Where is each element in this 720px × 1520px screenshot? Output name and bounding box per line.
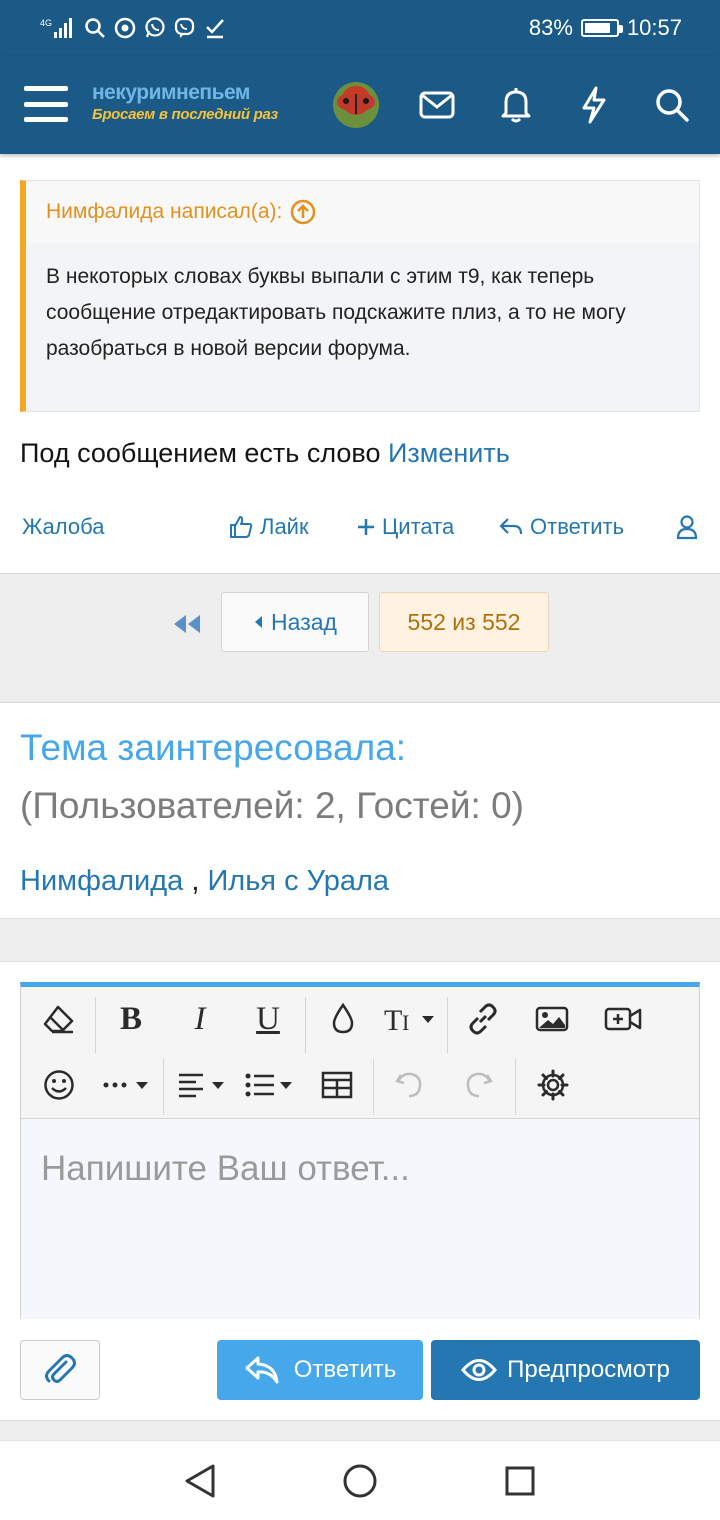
reply-editor: B I U TI Напишите Ваш ответ...	[20, 982, 700, 1319]
battery-icon	[580, 19, 623, 37]
editor-toolbar: B I U TI	[21, 987, 699, 1119]
gear-icon[interactable]	[531, 1063, 575, 1107]
battery-percent: 83%	[528, 15, 573, 40]
recents-square-icon[interactable]	[500, 1461, 540, 1501]
reply-link[interactable]: Ответить	[498, 514, 624, 540]
chevron-left-icon	[255, 616, 263, 628]
quote-author[interactable]: Нимфалида написал(а):	[46, 200, 282, 224]
status-bar: 4G 83% 10:57	[0, 0, 720, 56]
smile-icon[interactable]	[37, 1063, 81, 1107]
app-header: некуримнепьем Бросаем в последний раз	[0, 56, 720, 154]
quote-text: В некоторых словах буквы выпали с этим т…	[26, 243, 699, 411]
svg-text:4G: 4G	[40, 18, 52, 28]
bold-icon[interactable]: B	[109, 997, 153, 1041]
check-icon	[206, 19, 224, 39]
viewers-list: Нимфалида , Илья с Урала	[20, 865, 389, 898]
color-drop-icon[interactable]	[321, 997, 365, 1041]
reply-icon	[245, 1356, 279, 1384]
svg-text:T: T	[384, 1004, 402, 1035]
underline-icon[interactable]: U	[246, 997, 290, 1041]
undo-icon[interactable]	[387, 1063, 431, 1107]
like-label: Лайк	[260, 514, 309, 539]
post-text: Под сообщением есть слово	[20, 438, 381, 468]
double-chevron-left-icon	[174, 615, 200, 633]
viewer-user-link[interactable]: Нимфалида	[20, 865, 183, 897]
redo-icon[interactable]	[457, 1063, 501, 1107]
whatsapp-icon	[145, 17, 165, 38]
reply-button[interactable]: Ответить	[217, 1340, 423, 1400]
search-icon[interactable]	[651, 84, 693, 126]
logo-title: некуримнепьем	[92, 81, 250, 104]
link-icon[interactable]	[461, 997, 505, 1041]
eye-icon	[461, 1359, 498, 1381]
more-options-icon[interactable]	[99, 1063, 157, 1107]
search-icon	[85, 18, 105, 38]
paperclip-icon	[45, 1354, 76, 1383]
page-counter[interactable]: 552 из 552	[379, 592, 549, 652]
thread-viewers: Тема заинтересовала: (Пользователей: 2, …	[0, 703, 720, 918]
image-icon[interactable]	[530, 997, 574, 1041]
quote-button[interactable]: Цитата	[356, 514, 454, 540]
table-icon[interactable]	[315, 1063, 359, 1107]
site-logo[interactable]: некуримнепьем Бросаем в последний раз	[92, 80, 297, 130]
home-circle-icon[interactable]	[340, 1461, 380, 1501]
post-message: Под сообщением есть слово Изменить	[20, 438, 510, 469]
quote-header[interactable]: Нимфалида написал(а):	[26, 181, 699, 243]
system-navigation-bar	[0, 1440, 720, 1520]
reply-label: Ответить	[530, 514, 625, 539]
clock: 10:57	[626, 15, 682, 40]
first-page-button[interactable]	[172, 614, 202, 639]
reply-icon	[499, 518, 523, 535]
quote-label: Цитата	[382, 514, 455, 539]
status-icons: 4G	[40, 16, 226, 40]
svg-text:I: I	[402, 1010, 409, 1035]
footer-divider	[0, 1420, 720, 1440]
report-link[interactable]: Жалоба	[22, 514, 104, 540]
section-divider	[0, 918, 720, 962]
viewers-title: Тема заинтересовала:	[20, 727, 407, 768]
editor-placeholder: Напишите Ваш ответ...	[41, 1149, 410, 1188]
align-left-icon[interactable]	[175, 1063, 233, 1107]
arrow-up-circle-icon[interactable]	[290, 199, 316, 225]
quote-block: Нимфалида написал(а): В некоторых словах…	[20, 180, 700, 412]
reply-button-label: Ответить	[293, 1356, 397, 1383]
logo-slogan: Бросаем в последний раз	[92, 106, 278, 123]
signal-icon: 4G	[40, 18, 72, 38]
mail-icon[interactable]	[416, 84, 458, 126]
text-size-icon[interactable]: TI	[383, 997, 441, 1041]
reply-textarea[interactable]: Напишите Ваш ответ...	[21, 1119, 699, 1319]
eraser-icon[interactable]	[37, 997, 81, 1041]
preview-button[interactable]: Предпросмотр	[431, 1340, 700, 1400]
post-actions: Жалоба Лайк Цитата Ответить	[22, 508, 712, 548]
lightning-icon[interactable]	[573, 84, 615, 126]
italic-icon[interactable]: I	[178, 997, 222, 1041]
list-icon[interactable]	[243, 1063, 301, 1107]
previous-page-button[interactable]: Назад	[221, 592, 369, 652]
viber-icon	[174, 17, 195, 38]
menu-icon[interactable]	[24, 86, 68, 122]
viewer-user-link[interactable]: Илья с Урала	[207, 865, 389, 897]
user-icon[interactable]	[676, 514, 698, 540]
back-triangle-icon[interactable]	[180, 1461, 220, 1501]
video-icon[interactable]	[601, 997, 645, 1041]
edit-link[interactable]: Изменить	[388, 438, 510, 468]
pagination: Назад 552 из 552	[0, 573, 720, 703]
plus-icon	[358, 519, 374, 535]
bell-icon[interactable]	[495, 84, 537, 126]
avatar[interactable]	[333, 82, 379, 128]
thumbs-up-icon	[230, 516, 253, 538]
preview-button-label: Предпросмотр	[507, 1356, 670, 1383]
like-button[interactable]: Лайк	[228, 514, 309, 540]
previous-page-label: Назад	[271, 608, 337, 635]
viewers-stats: (Пользователей: 2, Гостей: 0)	[20, 785, 524, 826]
chrome-icon	[114, 17, 136, 39]
attach-button[interactable]	[20, 1340, 100, 1400]
viewer-separator: ,	[191, 865, 200, 897]
